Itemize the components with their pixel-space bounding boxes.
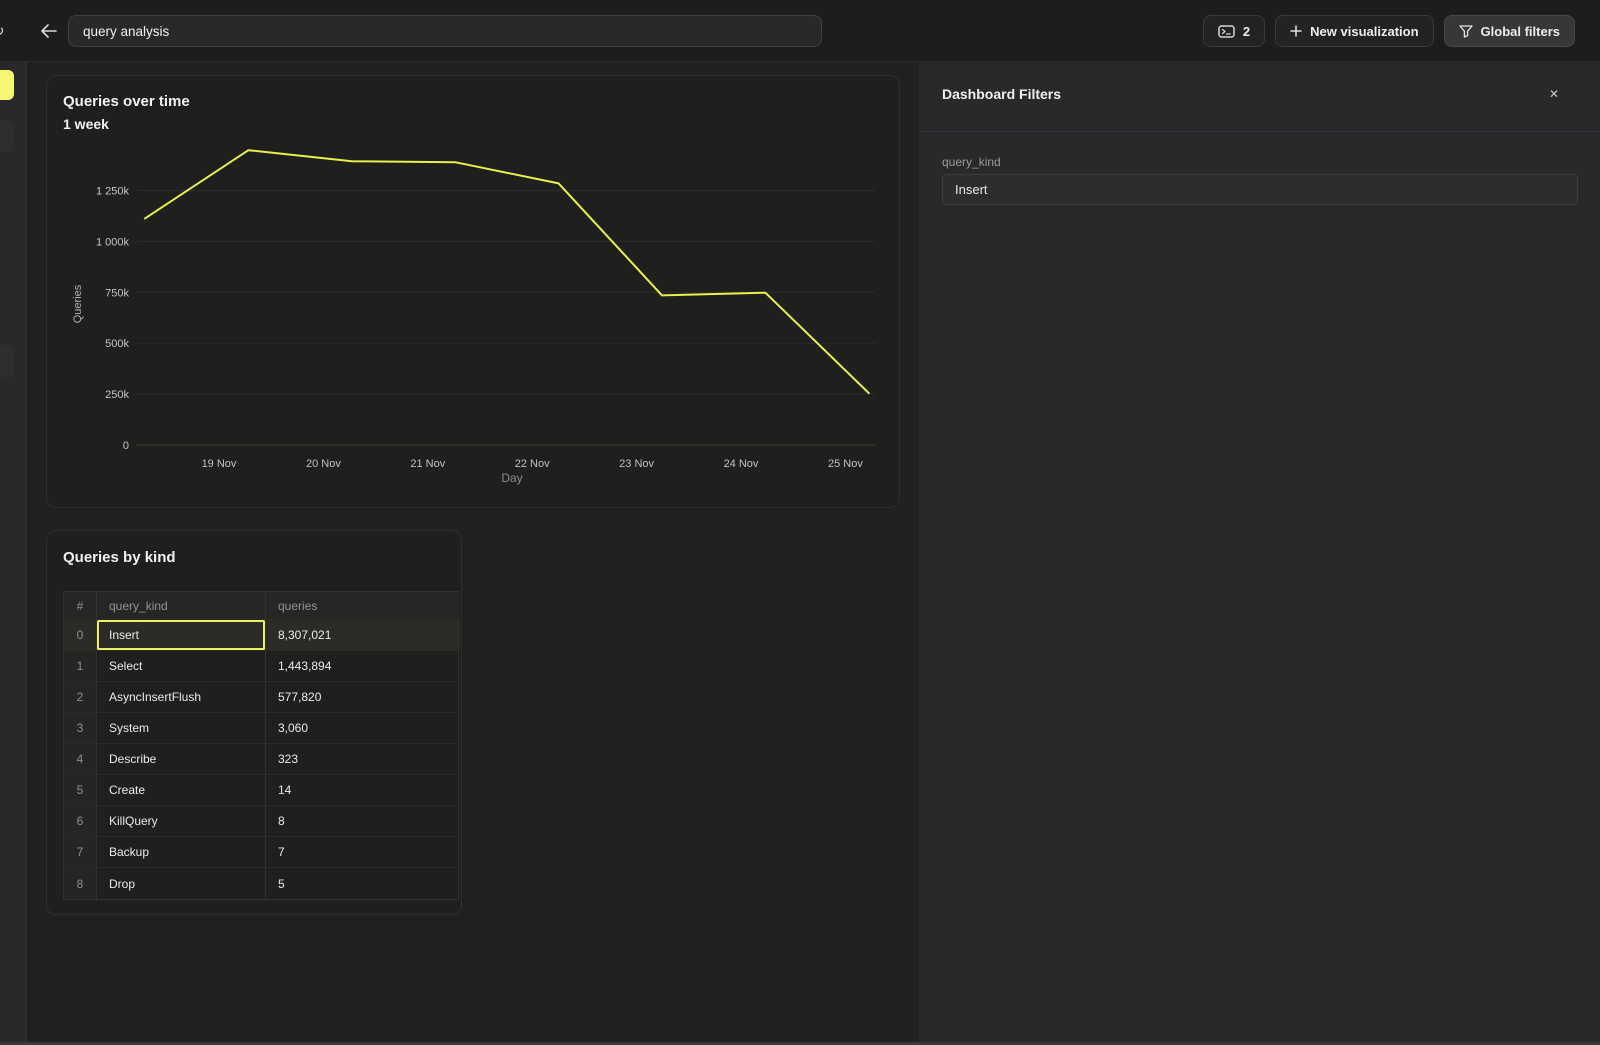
x-tick-label: 21 Nov (410, 458, 445, 470)
table-row: 5Create14 (64, 775, 458, 806)
left-sidebar (0, 62, 27, 1045)
console-count-button[interactable]: 2 (1203, 15, 1265, 47)
table-row: 0Insert8,307,021 (64, 620, 458, 651)
table-row: 3System3,060 (64, 713, 458, 744)
y-tick-label: 1 250k (96, 186, 130, 198)
back-arrow-icon (40, 24, 58, 38)
sidebar-item-2[interactable] (0, 120, 14, 152)
queries-line-chart: 0 250k 500k 750k 1 000k 1 250k 19 Nov 20 Nov 21 … (47, 76, 899, 507)
y-tick-label: 750k (105, 287, 129, 299)
queries-cell[interactable]: 323 (266, 744, 460, 775)
queries-cell[interactable]: 14 (266, 775, 460, 806)
filters-panel-header: Dashboard Filters ✕ (919, 62, 1600, 132)
y-tick-label: 250k (105, 389, 129, 401)
sidebar-item-3[interactable] (0, 345, 14, 377)
queries-cell[interactable]: 8,307,021 (266, 620, 460, 651)
funnel-icon (1459, 25, 1473, 38)
chart-line-queries (145, 150, 869, 393)
y-axis-title: Queries (72, 284, 84, 323)
queries-cell[interactable]: 1,443,894 (266, 651, 460, 682)
query-kind-cell[interactable]: Drop (97, 868, 266, 899)
sidebar-item-active-dashboard[interactable] (0, 70, 14, 100)
table-row: 4Describe323 (64, 744, 458, 775)
queries-cell[interactable]: 8 (266, 806, 460, 837)
y-tick-label: 0 (123, 440, 129, 452)
queries-cell[interactable]: 7 (266, 837, 460, 868)
filter-query-kind-input[interactable] (942, 174, 1578, 205)
dashboard-title-input[interactable] (68, 15, 822, 47)
row-index-cell: 3 (64, 713, 97, 744)
header-index: # (64, 592, 97, 620)
back-button[interactable] (38, 20, 60, 42)
x-tick-label: 23 Nov (619, 458, 654, 470)
x-tick-label: 19 Nov (202, 458, 237, 470)
row-index-cell: 2 (64, 682, 97, 713)
table-header-row: # query_kind queries (64, 592, 458, 620)
x-tick-label: 20 Nov (306, 458, 341, 470)
dashboard-app: ↻ 2 New visualization (0, 0, 1600, 1045)
queries-by-kind-card: Queries by kind # query_kind queries 0In… (46, 530, 462, 915)
row-index-cell: 0 (64, 620, 97, 651)
query-kind-cell[interactable]: System (97, 713, 266, 744)
y-tick-label: 500k (105, 338, 129, 350)
table-title: Queries by kind (63, 549, 176, 566)
global-filters-button[interactable]: Global filters (1444, 15, 1575, 47)
x-tick-label: 22 Nov (515, 458, 550, 470)
filters-panel-title: Dashboard Filters (942, 86, 1061, 102)
table-row: 6KillQuery8 (64, 806, 458, 837)
plus-icon (1290, 25, 1302, 37)
x-tick-label: 24 Nov (724, 458, 759, 470)
queries-by-kind-table: # query_kind queries 0Insert8,307,0211Se… (63, 591, 459, 900)
new-visualization-label: New visualization (1310, 24, 1418, 39)
y-tick-label: 1 000k (96, 236, 130, 248)
console-icon (1218, 25, 1235, 38)
header-queries: queries (266, 592, 460, 620)
queries-cell[interactable]: 3,060 (266, 713, 460, 744)
topbar-buttons: 2 New visualization Global filters (1203, 15, 1575, 47)
queries-cell[interactable]: 577,820 (266, 682, 460, 713)
query-kind-cell[interactable]: AsyncInsertFlush (97, 682, 266, 713)
row-index-cell: 7 (64, 837, 97, 868)
query-kind-cell[interactable]: Select (97, 651, 266, 682)
global-filters-label: Global filters (1481, 24, 1560, 39)
x-tick-label: 25 Nov (828, 458, 863, 470)
top-bar: ↻ 2 New visualization (0, 0, 1600, 62)
queries-cell[interactable]: 5 (266, 868, 460, 899)
query-kind-cell[interactable]: Backup (97, 837, 266, 868)
table-body: 0Insert8,307,0211Select1,443,8942AsyncIn… (64, 620, 458, 899)
console-count: 2 (1243, 24, 1250, 39)
table-row: 2AsyncInsertFlush577,820 (64, 682, 458, 713)
filters-panel: Dashboard Filters ✕ query_kind (919, 62, 1600, 1045)
queries-over-time-card: Queries over time 1 week 0250k500k750k1 … (46, 75, 900, 508)
close-icon[interactable]: ✕ (1544, 84, 1564, 104)
table-row: 7Backup7 (64, 837, 458, 868)
row-index-cell: 4 (64, 744, 97, 775)
row-index-cell: 1 (64, 651, 97, 682)
table-row: 1Select1,443,894 (64, 651, 458, 682)
new-visualization-button[interactable]: New visualization (1275, 15, 1433, 47)
filter-field-label: query_kind (942, 155, 1001, 169)
row-index-cell: 8 (64, 868, 97, 899)
query-kind-cell[interactable]: Create (97, 775, 266, 806)
refresh-icon[interactable]: ↻ (0, 22, 9, 42)
x-axis-title: Day (501, 471, 522, 485)
query-kind-cell[interactable]: Describe (97, 744, 266, 775)
table-row: 8Drop5 (64, 868, 458, 899)
header-query-kind: query_kind (97, 592, 266, 620)
query-kind-cell[interactable]: KillQuery (97, 806, 266, 837)
row-index-cell: 6 (64, 806, 97, 837)
row-index-cell: 5 (64, 775, 97, 806)
query-kind-cell[interactable]: Insert (97, 620, 266, 651)
